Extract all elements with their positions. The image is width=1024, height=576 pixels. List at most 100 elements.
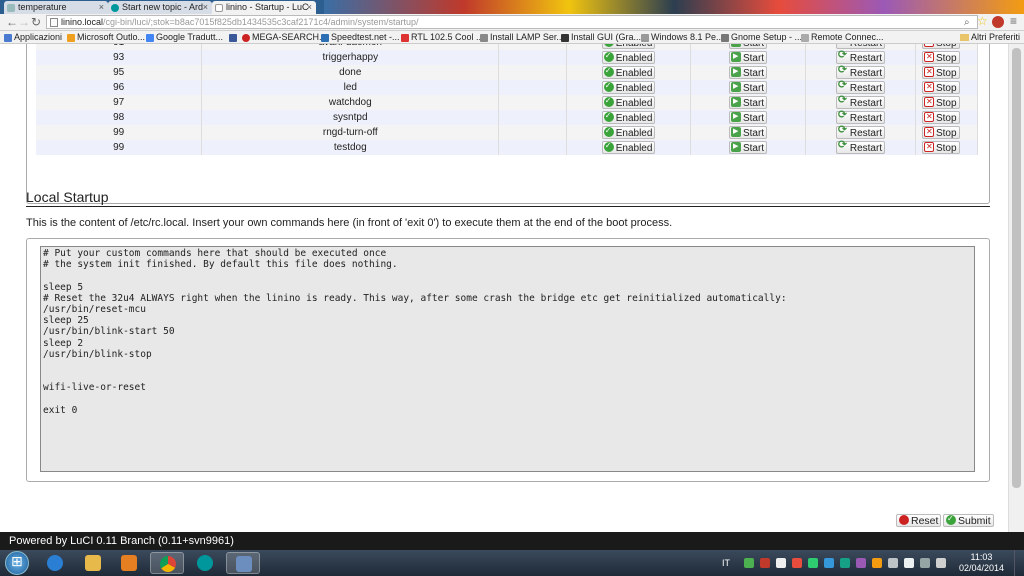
stop-button[interactable]: Stop [921,81,960,94]
bookmark-label: Install GUI (Gra... [571,32,642,42]
restart-button[interactable]: Restart [835,140,886,154]
tab-start-new-topic[interactable]: Start new topic - Ard × [108,1,212,14]
volume-icon[interactable] [936,558,946,568]
close-icon[interactable]: × [99,1,104,14]
enabled-button[interactable]: Enabled [601,80,656,94]
restart-button[interactable]: Restart [835,110,886,124]
back-arrow-icon[interactable]: ← [6,15,18,29]
bookmark-item[interactable]: Remote Connec... [800,31,884,43]
start-button[interactable]: Start [728,51,768,64]
network-status-icon[interactable] [920,558,930,568]
taskbar-app-arduino[interactable] [188,552,222,574]
stop-button[interactable]: Stop [921,51,960,64]
bookmark-item[interactable]: MEGA-SEARCH... [241,31,327,43]
network-icon [236,556,252,572]
stop-button[interactable]: Stop [921,44,960,49]
restart-button[interactable]: Restart [835,125,886,139]
tab-linino-startup[interactable]: linino - Startup - LuC × [212,1,316,14]
enabled-button[interactable]: Enabled [601,50,656,64]
enabled-button[interactable]: Enabled [601,65,656,79]
folder-icon [85,555,101,571]
bookmark-item[interactable]: Gnome Setup - ... [720,31,802,43]
flag-icon[interactable] [904,558,914,568]
stop-label: Stop [936,44,957,49]
enabled-button[interactable]: Enabled [601,110,656,124]
restart-button[interactable]: Restart [835,50,886,64]
extension-icon[interactable] [992,16,1004,28]
restart-cell: Restart [805,50,916,65]
stop-button[interactable]: Stop [921,96,960,109]
bookmark-item[interactable]: RTL 102.5 Cool ... [400,31,484,43]
start-button[interactable]: Start [728,141,768,154]
taskbar-app-ie[interactable] [38,552,72,574]
restart-button[interactable]: Restart [835,65,886,79]
bookmark-star-icon[interactable]: ☆ [977,14,988,28]
script-name-cell: rngd-turn-off [201,125,500,140]
rc-local-textarea[interactable] [40,246,975,472]
address-bar[interactable]: linino.local/cgi-bin/luci/;stok=b8ac7015… [46,15,978,29]
tray-app-icon[interactable] [888,558,898,568]
page-info-icon[interactable] [50,18,58,27]
bookmark-item[interactable]: Windows 8.1 Pe... [640,31,724,43]
tray-app-icon[interactable] [744,558,754,568]
tray-app-icon[interactable] [760,558,770,568]
tray-app-icon[interactable] [856,558,866,568]
taskbar-app-chrome[interactable] [150,552,184,574]
scrollbar-thumb[interactable] [1012,48,1021,488]
submit-button[interactable]: Submit [943,513,994,527]
bookmark-item[interactable]: Google Tradutt... [145,31,223,43]
show-desktop-button[interactable] [1014,550,1024,576]
other-bookmarks[interactable]: Altri Preferiti [959,31,1020,43]
language-indicator[interactable]: IT [722,558,730,568]
bookmark-item[interactable]: Applicazioni [3,31,62,43]
enabled-button[interactable]: Enabled [601,44,656,49]
restart-button[interactable]: Restart [835,80,886,94]
start-button[interactable] [5,551,29,575]
page-icon [480,34,488,42]
page-icon [641,34,649,42]
stop-button[interactable]: Stop [921,141,960,154]
taskbar-app-media[interactable] [112,552,146,574]
forward-arrow-icon[interactable]: → [18,15,30,29]
close-icon[interactable]: × [203,1,208,14]
clock[interactable]: 11:03 02/04/2014 [959,552,1004,574]
start-button[interactable]: Start [728,111,768,124]
tray-app-icon[interactable] [840,558,850,568]
page-icon [801,34,809,42]
empty-cell [498,80,568,95]
search-icon[interactable]: ⌕ [964,16,970,30]
tray-app-icon[interactable] [792,558,802,568]
tray-app-icon[interactable] [824,558,834,568]
tray-app-icon[interactable] [808,558,818,568]
tab-temperature[interactable]: temperature × [4,1,108,14]
reload-icon[interactable]: ↻ [31,15,41,29]
stop-button[interactable]: Stop [921,111,960,124]
restart-cell: Restart [805,80,916,95]
stop-button[interactable]: Stop [921,66,960,79]
bookmark-item[interactable]: Speedtest.net -... [320,31,400,43]
reset-button[interactable]: Reset [896,513,942,527]
tray-app-icon[interactable] [776,558,786,568]
taskbar-app-explorer[interactable] [76,552,110,574]
start-button[interactable]: Start [728,96,768,109]
bookmark-item[interactable]: Install LAMP Ser... [479,31,564,43]
stop-button[interactable]: Stop [921,126,960,139]
stop-icon [923,51,934,62]
close-icon[interactable]: × [307,1,312,14]
start-button[interactable]: Start [728,66,768,79]
restart-button[interactable]: Restart [835,95,886,109]
bookmark-item[interactable]: Install GUI (Gra... [560,31,642,43]
tray-app-icon[interactable] [872,558,882,568]
bookmark-item[interactable]: Microsoft Outlo... [66,31,145,43]
vertical-scrollbar[interactable] [1008,44,1024,532]
menu-icon[interactable]: ≡ [1010,14,1017,28]
bookmark-label: Remote Connec... [811,32,884,42]
start-button[interactable]: Start [728,44,768,49]
enabled-button[interactable]: Enabled [601,95,656,109]
section-title: Local Startup [26,189,109,205]
enabled-button[interactable]: Enabled [601,125,656,139]
enabled-button[interactable]: Enabled [601,140,656,154]
start-button[interactable]: Start [728,81,768,94]
taskbar-app-network[interactable] [226,552,260,574]
start-button[interactable]: Start [728,126,768,139]
